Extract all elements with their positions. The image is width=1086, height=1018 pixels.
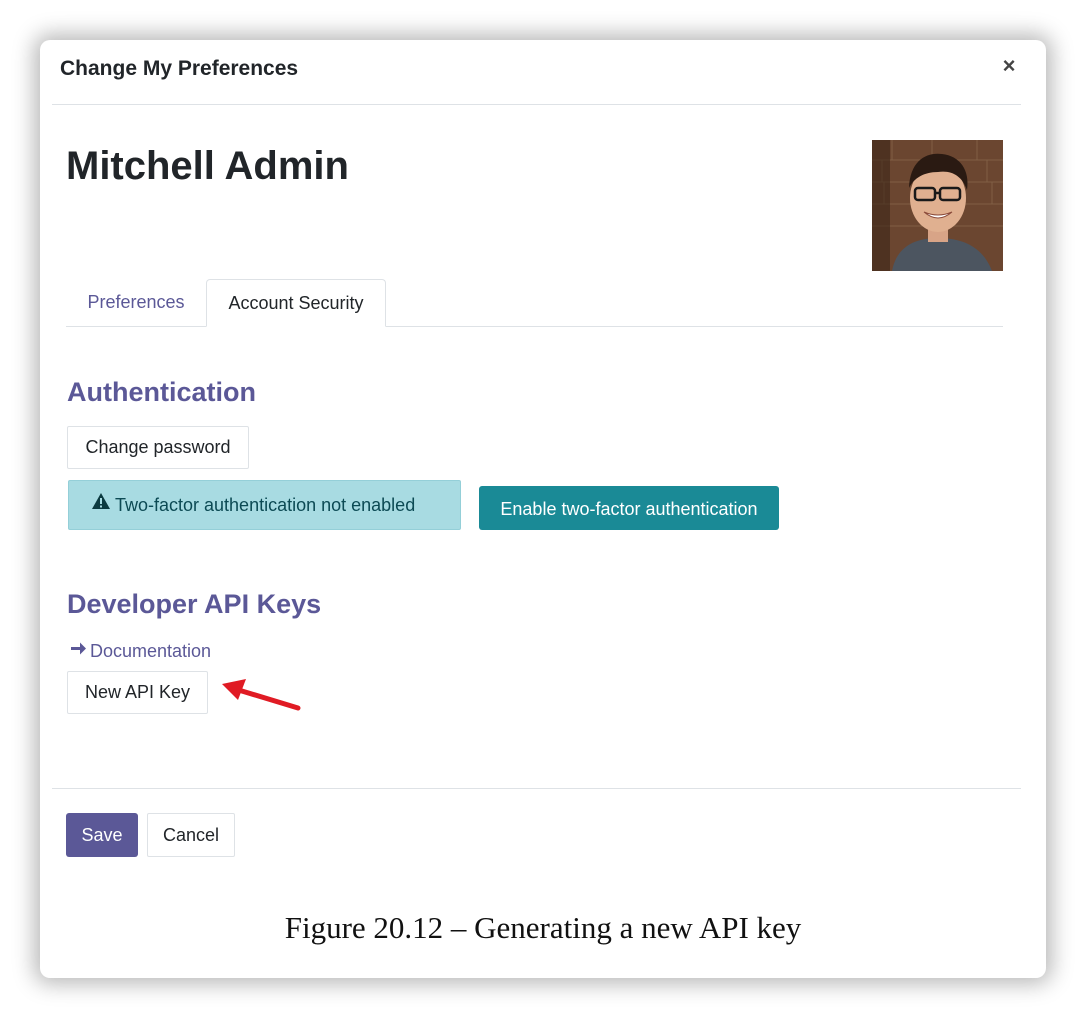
dialog-title: Change My Preferences: [60, 57, 299, 80]
authentication-heading: Authentication: [67, 377, 256, 407]
tab-bar: Preferences Account Security: [66, 279, 1003, 327]
avatar: [872, 140, 1003, 271]
two-factor-status-alert: Two-factor authentication not enabled: [68, 480, 461, 530]
warning-icon: [91, 480, 111, 528]
preferences-dialog: Change My Preferences × Mitchell Admin P…: [40, 40, 1046, 978]
close-icon[interactable]: ×: [997, 54, 1021, 78]
cancel-button[interactable]: Cancel: [147, 813, 235, 857]
enable-two-factor-button[interactable]: Enable two-factor authentication: [479, 486, 779, 530]
two-factor-status-text: Two-factor authentication not enabled: [115, 495, 416, 515]
change-password-button[interactable]: Change password: [67, 426, 249, 469]
tab-account-security[interactable]: Account Security: [206, 279, 386, 327]
avatar-photo: [872, 140, 1003, 271]
user-name: Mitchell Admin: [66, 144, 349, 188]
tab-preferences[interactable]: Preferences: [66, 279, 206, 325]
figure-caption: Figure 20.12 – Generating a new API key: [284, 910, 802, 945]
developer-api-keys-heading: Developer API Keys: [67, 589, 322, 619]
documentation-link[interactable]: Documentation: [70, 641, 211, 662]
documentation-link-label: Documentation: [90, 641, 212, 661]
red-arrow-icon: [222, 679, 301, 711]
new-api-key-button[interactable]: New API Key: [67, 671, 208, 714]
save-button[interactable]: Save: [66, 813, 138, 857]
footer-divider: [52, 788, 1021, 789]
screenshot-stage: Change My Preferences × Mitchell Admin P…: [0, 0, 1086, 1018]
dialog-header: Change My Preferences ×: [52, 40, 1021, 105]
arrow-right-icon: [70, 640, 87, 661]
